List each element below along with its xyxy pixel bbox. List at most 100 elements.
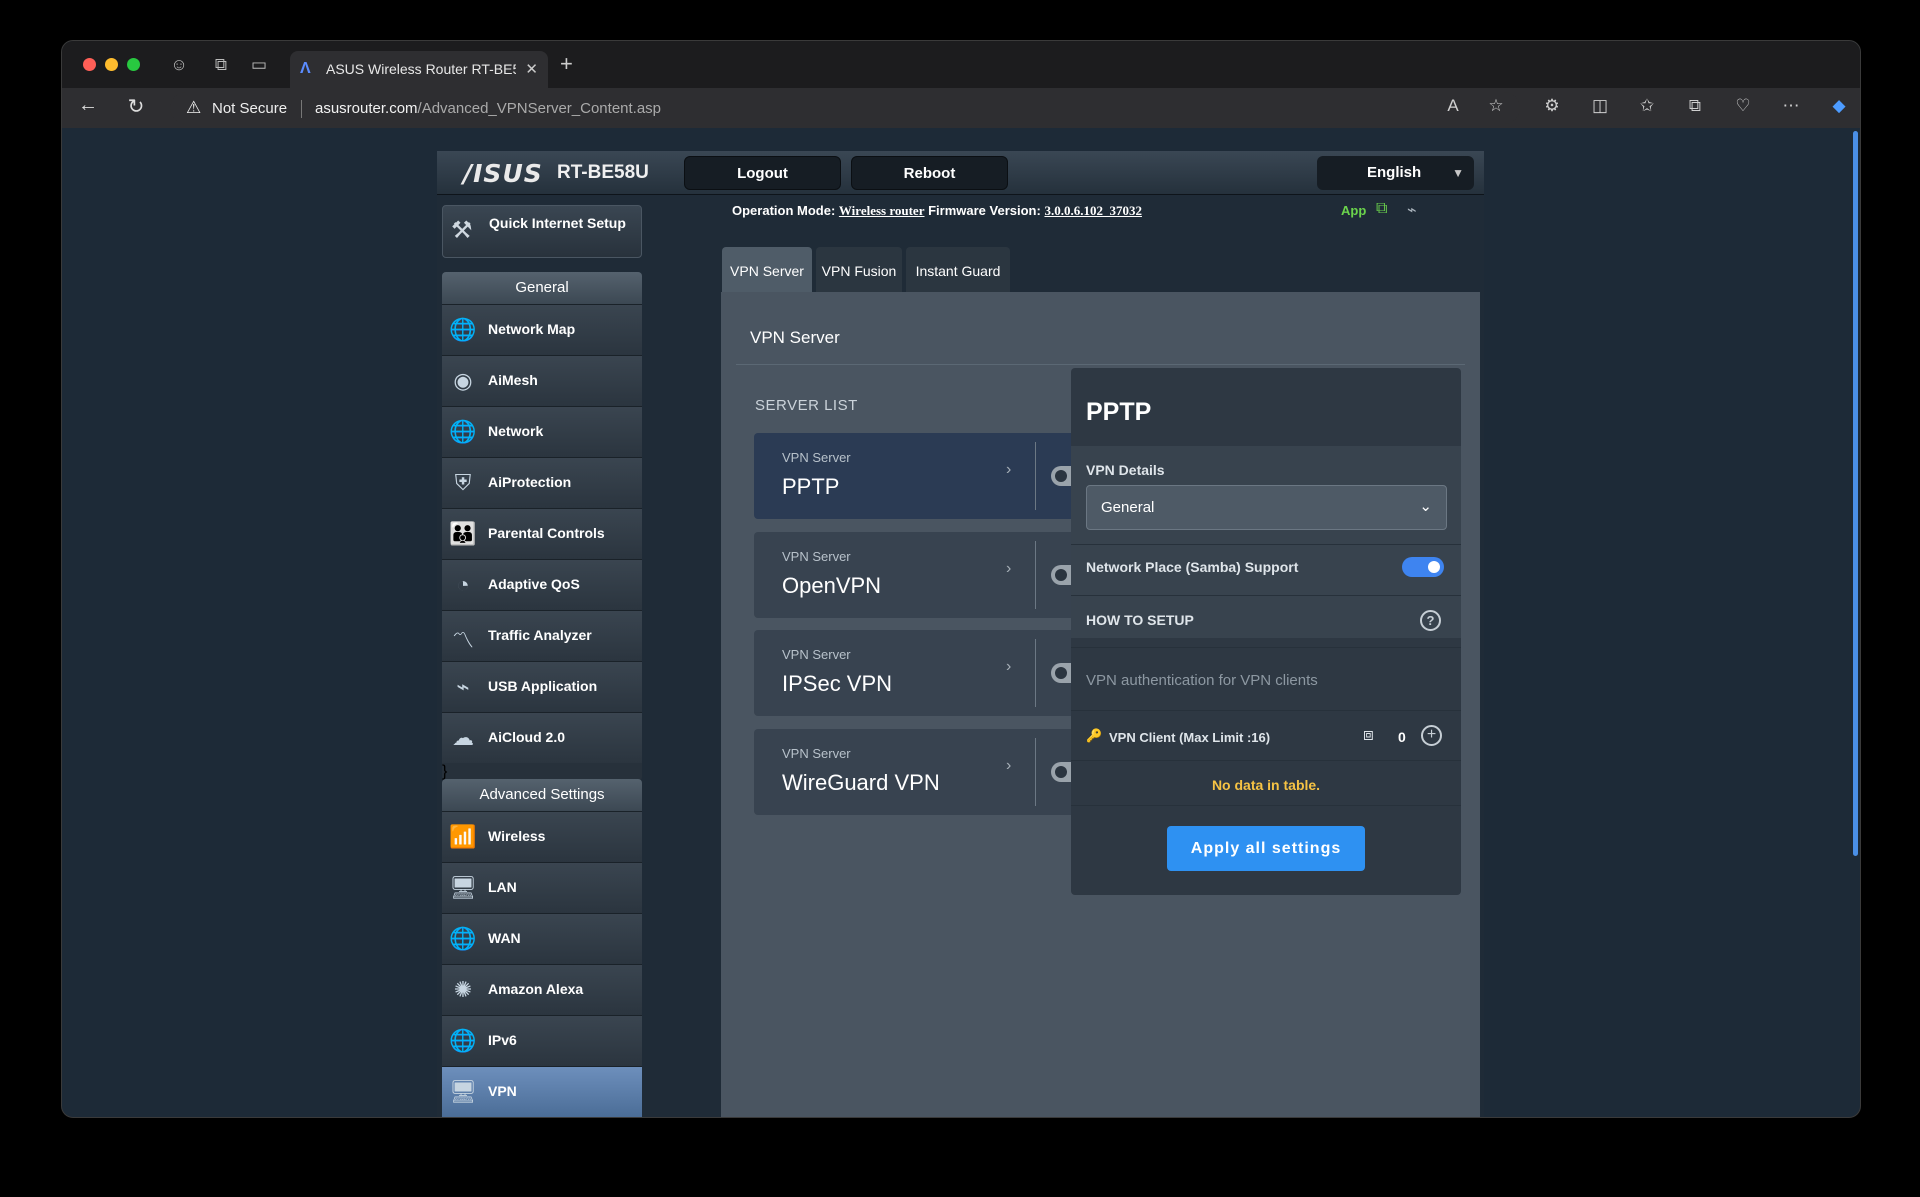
- toggle-knob: [1428, 561, 1440, 573]
- operation-mode-link[interactable]: Wireless router: [839, 203, 925, 218]
- advanced-section-title: Advanced Settings: [442, 779, 642, 811]
- app-label[interactable]: App: [1341, 203, 1366, 218]
- browser-tab[interactable]: Λ ASUS Wireless Router RT-BE58U ✕: [290, 51, 548, 88]
- url-separator: [301, 100, 302, 118]
- profile-icon[interactable]: ☺: [167, 53, 191, 77]
- server-card-pptp[interactable]: VPN Server PPTP ›: [754, 433, 1109, 519]
- server-card-kicker: VPN Server: [782, 746, 851, 761]
- sidebar-item-parental-controls[interactable]: 👪 Parental Controls: [442, 508, 642, 559]
- workspaces-icon[interactable]: ⧉: [209, 53, 233, 77]
- server-card-name: PPTP: [782, 474, 840, 499]
- chevron-right-icon: ›: [1006, 461, 1012, 478]
- toggle-knob: [1055, 569, 1067, 581]
- quick-internet-setup-button[interactable]: ⚒ Quick Internet Setup: [442, 205, 642, 258]
- sidebar-item-label: Traffic Analyzer: [488, 627, 592, 643]
- server-card-openvpn[interactable]: VPN Server OpenVPN ›: [754, 532, 1109, 618]
- reload-icon[interactable]: ↻: [122, 94, 150, 119]
- split-screen-icon[interactable]: ◫: [1589, 96, 1611, 116]
- sidebar-item-label: Network: [488, 423, 544, 439]
- caret-down-icon: ▼: [1452, 166, 1464, 180]
- sidebar-item-usb-application[interactable]: ⌁ USB Application: [442, 661, 642, 712]
- tab-actions-icon[interactable]: ▭: [247, 53, 271, 77]
- key-icon: 🔑: [1086, 728, 1103, 743]
- main-content: VPN Server SERVER LIST VPN Server PPTP ›…: [721, 292, 1480, 1117]
- browser-essentials-icon[interactable]: ♡: [1732, 96, 1754, 116]
- apply-all-settings-button[interactable]: Apply all settings: [1167, 826, 1365, 871]
- collections-icon[interactable]: ⧉: [1684, 96, 1706, 116]
- sidebar-item-label: Amazon Alexa: [488, 981, 584, 997]
- sidebar-item-wan[interactable]: 🌐 WAN: [442, 913, 642, 964]
- maximize-window-button[interactable]: [127, 58, 140, 71]
- devices-icon: ⧈: [1363, 725, 1374, 744]
- sidebar-item-ipv6[interactable]: 🌐 IPv6: [442, 1015, 642, 1066]
- sidebar-item-label: Network Map: [488, 321, 576, 337]
- lan-icon: 🖥: [449, 875, 477, 900]
- url-field[interactable]: ⚠ Not Secure asusrouter.com/Advanced_VPN…: [170, 92, 1520, 124]
- sidebar-item-vpn[interactable]: 🖥 VPN: [442, 1066, 642, 1117]
- card-divider: [1035, 738, 1036, 806]
- sidebar-item-aicloud[interactable]: ☁ AiCloud 2.0: [442, 712, 642, 763]
- sidebar-item-traffic-analyzer[interactable]: 〽 Traffic Analyzer: [442, 610, 642, 661]
- chart-icon: 〽: [451, 628, 474, 653]
- wizard-icon: ⚒: [451, 217, 473, 244]
- tab-vpn-server[interactable]: VPN Server: [722, 247, 812, 292]
- new-tab-icon[interactable]: +: [560, 51, 573, 77]
- sidebar-item-adaptive-qos[interactable]: ◔ Adaptive QoS: [442, 559, 642, 610]
- sidebar-item-label: AiProtection: [488, 474, 572, 490]
- close-tab-icon[interactable]: ✕: [525, 60, 538, 78]
- samba-support-toggle[interactable]: [1402, 557, 1444, 577]
- toggle-knob: [1055, 667, 1067, 679]
- divider: [736, 364, 1465, 365]
- sidebar-item-lan[interactable]: 🖥 LAN: [442, 862, 642, 913]
- close-window-button[interactable]: [83, 58, 96, 71]
- favorite-star-icon[interactable]: ☆: [1485, 96, 1507, 116]
- more-menu-icon[interactable]: ⋯: [1780, 96, 1802, 116]
- read-aloud-icon[interactable]: A: [1442, 96, 1464, 116]
- samba-support-label: Network Place (Samba) Support: [1086, 559, 1299, 575]
- server-card-ipsec[interactable]: VPN Server IPSec VPN ›: [754, 630, 1109, 716]
- sidebar-item-network-map[interactable]: 🌐 Network Map: [442, 304, 642, 355]
- auth-description: VPN authentication for VPN clients: [1086, 672, 1318, 689]
- asus-favicon-icon: Λ: [300, 60, 311, 77]
- add-client-icon[interactable]: +: [1421, 725, 1442, 746]
- page-title: VPN Server: [750, 328, 840, 347]
- sidebar-item-aiprotection[interactable]: ⛨ AiProtection: [442, 457, 642, 508]
- reboot-button[interactable]: Reboot: [851, 156, 1008, 190]
- sidebar-item-label: AiMesh: [488, 372, 538, 388]
- sidebar-item-label: USB Application: [488, 678, 598, 694]
- sidebar-item-label: WAN: [488, 930, 521, 946]
- sidebar-item-wireless[interactable]: 📶 Wireless: [442, 811, 642, 862]
- copilot-icon[interactable]: ◆: [1828, 96, 1850, 116]
- vpn-icon: 🖥: [449, 1079, 477, 1104]
- firmware-version-link[interactable]: 3.0.0.6.102_37032: [1044, 203, 1142, 218]
- help-icon[interactable]: ?: [1420, 610, 1441, 631]
- warning-icon: ⚠: [186, 98, 202, 117]
- alexa-icon: ✺: [453, 977, 473, 1002]
- server-card-wireguard[interactable]: VPN Server WireGuard VPN ›: [754, 729, 1109, 815]
- vpn-details-select[interactable]: General ⌄: [1086, 485, 1447, 530]
- extensions-icon[interactable]: ⚙: [1541, 96, 1563, 116]
- not-secure-label: Not Secure: [212, 100, 288, 117]
- tab-vpn-fusion[interactable]: VPN Fusion: [816, 247, 902, 292]
- app-icon[interactable]: ⧉: [1376, 200, 1387, 218]
- mesh-icon: ◉: [453, 368, 473, 393]
- server-card-name: WireGuard VPN: [782, 770, 940, 795]
- general-section-title: General: [442, 272, 642, 304]
- sidebar-item-amazon-alexa[interactable]: ✺ Amazon Alexa: [442, 964, 642, 1015]
- favorites-icon[interactable]: ✩: [1636, 96, 1658, 116]
- url-text: asusrouter.com/Advanced_VPNServer_Conten…: [315, 100, 661, 117]
- language-select[interactable]: English ▼: [1317, 156, 1474, 190]
- router-header: /ISUS RT-BE58U Logout Reboot English ▼: [437, 151, 1484, 195]
- tab-instant-guard[interactable]: Instant Guard: [906, 247, 1010, 292]
- server-card-name: IPSec VPN: [782, 671, 893, 696]
- sidebar-item-label: AiCloud 2.0: [488, 729, 566, 745]
- sidebar-item-network[interactable]: 🌐 Network: [442, 406, 642, 457]
- sidebar-item-aimesh[interactable]: ◉ AiMesh: [442, 355, 642, 406]
- vpn-client-label: VPN Client (Max Limit :16): [1109, 730, 1271, 745]
- logout-button[interactable]: Logout: [684, 156, 841, 190]
- usb-status-icon[interactable]: ⌁: [1407, 200, 1417, 220]
- back-icon[interactable]: ←: [74, 94, 102, 117]
- page-scrollbar[interactable]: [1853, 131, 1858, 856]
- vpn-details-block: VPN Details General ⌄: [1071, 446, 1461, 638]
- minimize-window-button[interactable]: [105, 58, 118, 71]
